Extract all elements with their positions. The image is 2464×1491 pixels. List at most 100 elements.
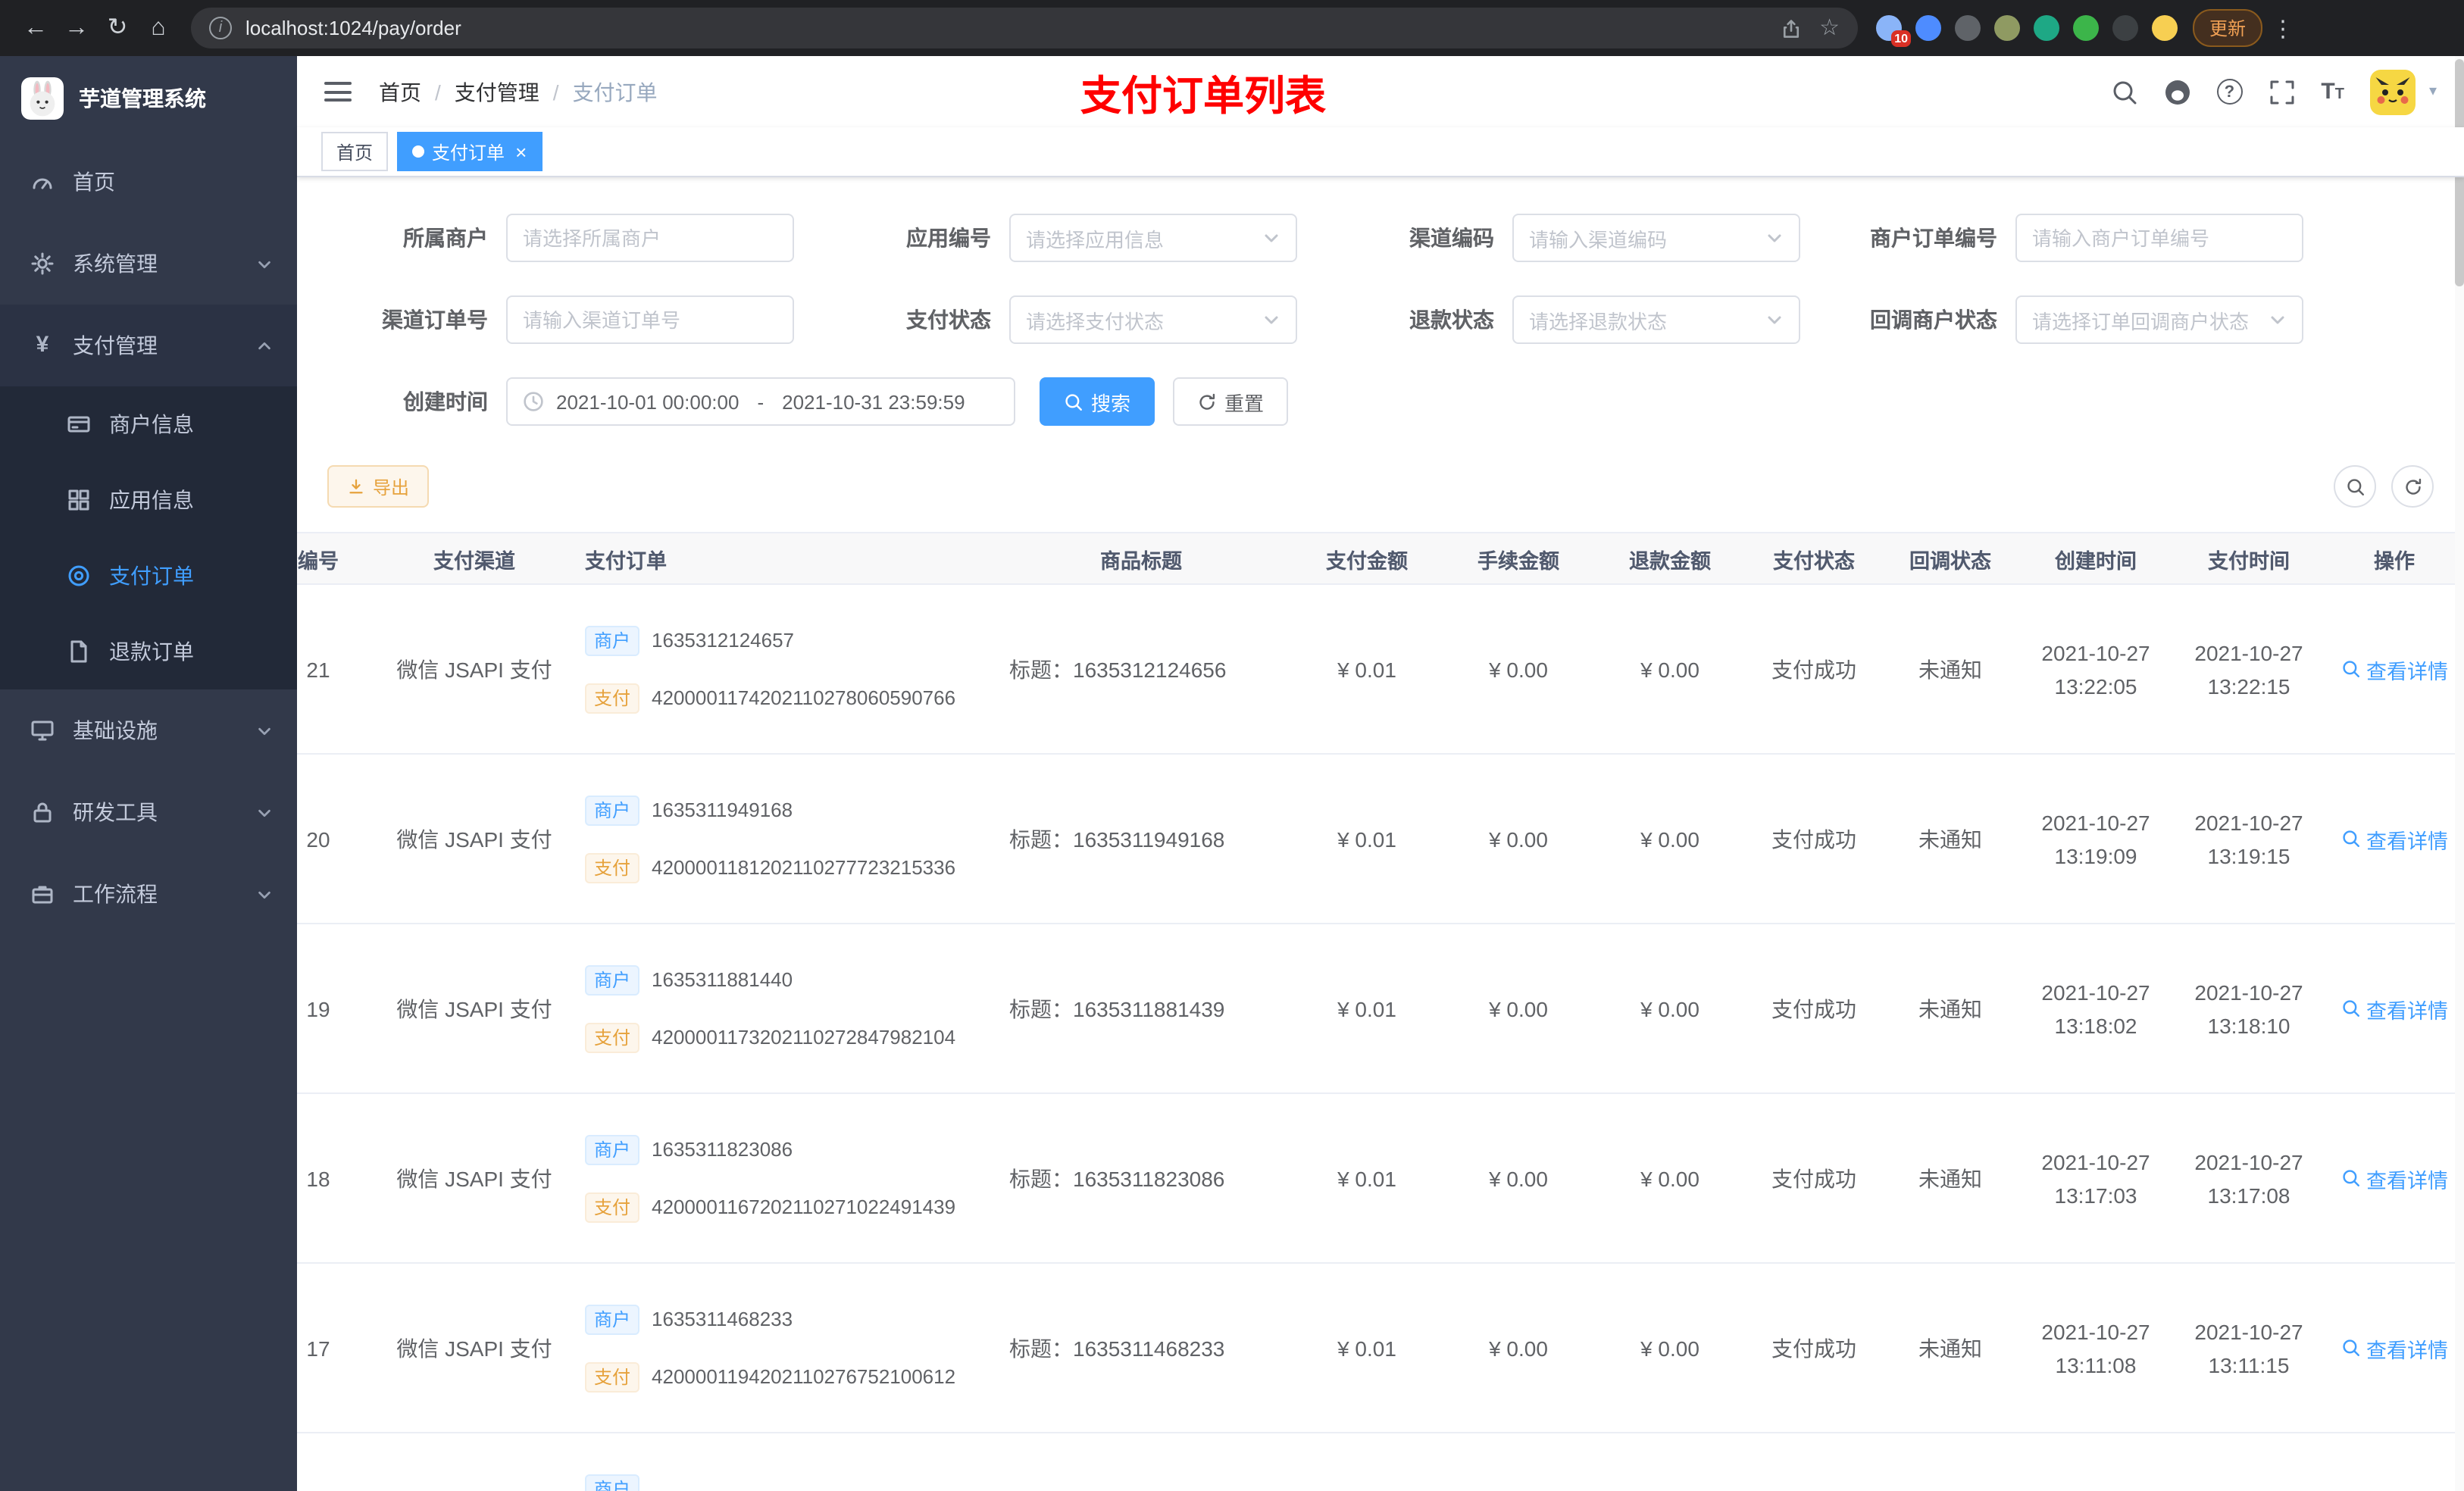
extension-icon[interactable] xyxy=(2034,15,2059,41)
cell-channel: 微信 JSAPI 支付 xyxy=(379,584,570,755)
sidebar: 芋道管理系统 首页 系统管理 ¥ 支付管理 商户信息 应用信息 支付订单 退款订… xyxy=(0,56,297,1491)
extension-icon[interactable] xyxy=(2152,15,2178,41)
sidebar-item-system[interactable]: 系统管理 xyxy=(0,223,297,305)
search-button[interactable]: 搜索 xyxy=(1040,377,1155,426)
chevron-down-icon xyxy=(2269,311,2287,329)
extension-icon[interactable] xyxy=(2112,15,2138,41)
sidebar-item-payment[interactable]: ¥ 支付管理 xyxy=(0,305,297,386)
tab-home[interactable]: 首页 xyxy=(321,132,389,171)
dashboard-icon xyxy=(30,170,55,194)
cell-pay-order: 商户 1635312124657 支付 42000011742021102780… xyxy=(570,584,991,755)
app-filter-select[interactable]: 请选择应用信息 xyxy=(1009,214,1297,262)
page-scrollbar[interactable] xyxy=(2455,56,2464,1491)
bookmark-star-icon[interactable]: ☆ xyxy=(1819,17,1840,39)
close-icon[interactable]: × xyxy=(515,142,527,161)
cell-fee xyxy=(1443,1433,1594,1491)
tab-pay-order[interactable]: 支付订单 × xyxy=(397,132,543,171)
extension-icon[interactable]: 10 xyxy=(1876,15,1911,47)
browser-chrome: ← → ↻ ⌂ i localhost:1024/pay/order ☆ 10 xyxy=(0,0,2464,56)
select-placeholder: 请选择支付状态 xyxy=(1026,310,1165,333)
site-info-icon[interactable]: i xyxy=(209,17,232,39)
date-end: 2021-10-31 23:59:59 xyxy=(782,390,965,413)
cell-pay-order: 商户 1635311468233 支付 42000011942021102767… xyxy=(570,1263,991,1433)
merchant-filter-input[interactable] xyxy=(506,214,794,262)
share-icon[interactable] xyxy=(1780,17,1801,39)
sidebar-item-pay-order[interactable]: 支付订单 xyxy=(0,538,297,614)
extension-icon[interactable] xyxy=(1994,15,2020,41)
create-time-range-picker[interactable]: 2021-10-01 00:00:00 - 2021-10-31 23:59:5… xyxy=(506,377,1015,426)
screenshot-stage: ← → ↻ ⌂ i localhost:1024/pay/order ☆ 10 xyxy=(0,0,2464,1491)
browser-home-icon[interactable]: ⌂ xyxy=(138,8,179,48)
cell-refund: ¥ 0.00 xyxy=(1594,1263,1746,1433)
font-size-icon[interactable]: TT xyxy=(2321,80,2344,103)
breadcrumb-payment[interactable]: 支付管理 xyxy=(455,77,539,107)
pay-status-select[interactable]: 请选择支付状态 xyxy=(1009,295,1297,344)
sidebar-item-app-info[interactable]: 应用信息 xyxy=(0,462,297,538)
breadcrumb-separator: / xyxy=(435,80,441,104)
sidebar-item-devtools[interactable]: 研发工具 xyxy=(0,771,297,853)
merchant-badge: 商户 xyxy=(585,625,640,655)
cell-pay-time: 2021-10-27 13:17:08 xyxy=(2173,1093,2325,1264)
export-button[interactable]: 导出 xyxy=(327,465,430,508)
search-icon[interactable] xyxy=(2110,78,2137,105)
cell-amount xyxy=(1291,1433,1443,1491)
reset-button[interactable]: 重置 xyxy=(1173,377,1289,426)
channel-code-select[interactable]: 请输入渠道编码 xyxy=(1512,214,1800,262)
sidebar-item-workflow[interactable]: 工作流程 xyxy=(0,853,297,935)
refresh-table-button[interactable] xyxy=(2391,465,2434,508)
caret-down-icon[interactable]: ▾ xyxy=(2429,83,2437,100)
browser-back-icon[interactable]: ← xyxy=(15,8,56,48)
view-detail-link[interactable]: 查看详情 xyxy=(2340,824,2448,854)
github-icon[interactable] xyxy=(2163,78,2190,105)
sidebar-item-home[interactable]: 首页 xyxy=(0,141,297,223)
sidebar-item-merchant-info[interactable]: 商户信息 xyxy=(0,386,297,462)
refund-status-select[interactable]: 请选择退款状态 xyxy=(1512,295,1800,344)
extension-icon[interactable] xyxy=(2073,15,2099,41)
cell-notify-status: 未通知 xyxy=(1882,1093,2018,1264)
browser-reload-icon[interactable]: ↻ xyxy=(97,8,138,48)
chevron-down-icon xyxy=(256,255,273,272)
column-header: 退款金额 xyxy=(1594,532,1746,585)
channel-order-no-input[interactable] xyxy=(506,295,794,344)
active-tab-dot xyxy=(412,145,425,158)
extension-icon[interactable] xyxy=(1955,15,1981,41)
tags-view-bar: 首页 支付订单 × xyxy=(297,127,2464,177)
help-icon[interactable]: ? xyxy=(2216,79,2243,105)
view-detail-link[interactable]: 查看详情 xyxy=(2340,993,2448,1024)
cell-id: 20 xyxy=(297,754,379,924)
extension-icon[interactable] xyxy=(1915,15,1941,41)
fullscreen-icon[interactable] xyxy=(2268,78,2295,105)
sidebar-item-infra[interactable]: 基础设施 xyxy=(0,689,297,771)
select-placeholder: 请输入渠道编码 xyxy=(1529,228,1668,251)
browser-forward-icon[interactable]: → xyxy=(56,8,97,48)
cell-pay-status xyxy=(1746,1433,1882,1491)
avatar[interactable] xyxy=(2369,69,2416,114)
hamburger-icon[interactable] xyxy=(324,82,352,102)
breadcrumb-home[interactable]: 首页 xyxy=(379,77,421,107)
column-header: 编号 xyxy=(297,532,379,585)
cell-refund xyxy=(1594,1433,1746,1491)
view-detail-link[interactable]: 查看详情 xyxy=(2340,654,2448,684)
filter-label: 退款状态 xyxy=(1409,308,1494,332)
merchant-badge: 商户 xyxy=(585,1474,640,1491)
filter-label: 应用编号 xyxy=(906,226,991,250)
merchant-order-no-input[interactable] xyxy=(2015,214,2303,262)
sidebar-menu: 首页 系统管理 ¥ 支付管理 商户信息 应用信息 支付订单 退款订单 基础设施 … xyxy=(0,141,297,935)
browser-menu-icon[interactable]: ⋮ xyxy=(2272,14,2294,42)
app-logo[interactable]: 芋道管理系统 xyxy=(0,56,297,141)
pay-badge: 支付 xyxy=(585,1022,640,1052)
view-detail-link[interactable]: 查看详情 xyxy=(2340,1333,2448,1363)
address-bar[interactable]: i localhost:1024/pay/order ☆ xyxy=(191,8,1858,48)
chevron-down-icon xyxy=(256,886,273,902)
browser-update-button[interactable]: 更新 xyxy=(2193,9,2263,47)
sidebar-item-refund-order[interactable]: 退款订单 xyxy=(0,614,297,689)
filter-label: 支付状态 xyxy=(906,308,991,332)
view-detail-link[interactable]: 查看详情 xyxy=(2340,1163,2448,1193)
toggle-search-button[interactable] xyxy=(2334,465,2376,508)
cell-fee: ¥ 0.00 xyxy=(1443,924,1594,1094)
select-placeholder: 请选择订单回调商户状态 xyxy=(2032,310,2250,333)
notify-status-select[interactable]: 请选择订单回调商户状态 xyxy=(2015,295,2303,344)
cell-pay-status: 支付成功 xyxy=(1746,754,1882,924)
date-start: 2021-10-01 00:00:00 xyxy=(556,390,740,413)
cell-title: 标题：1635311823086 xyxy=(991,1093,1291,1264)
